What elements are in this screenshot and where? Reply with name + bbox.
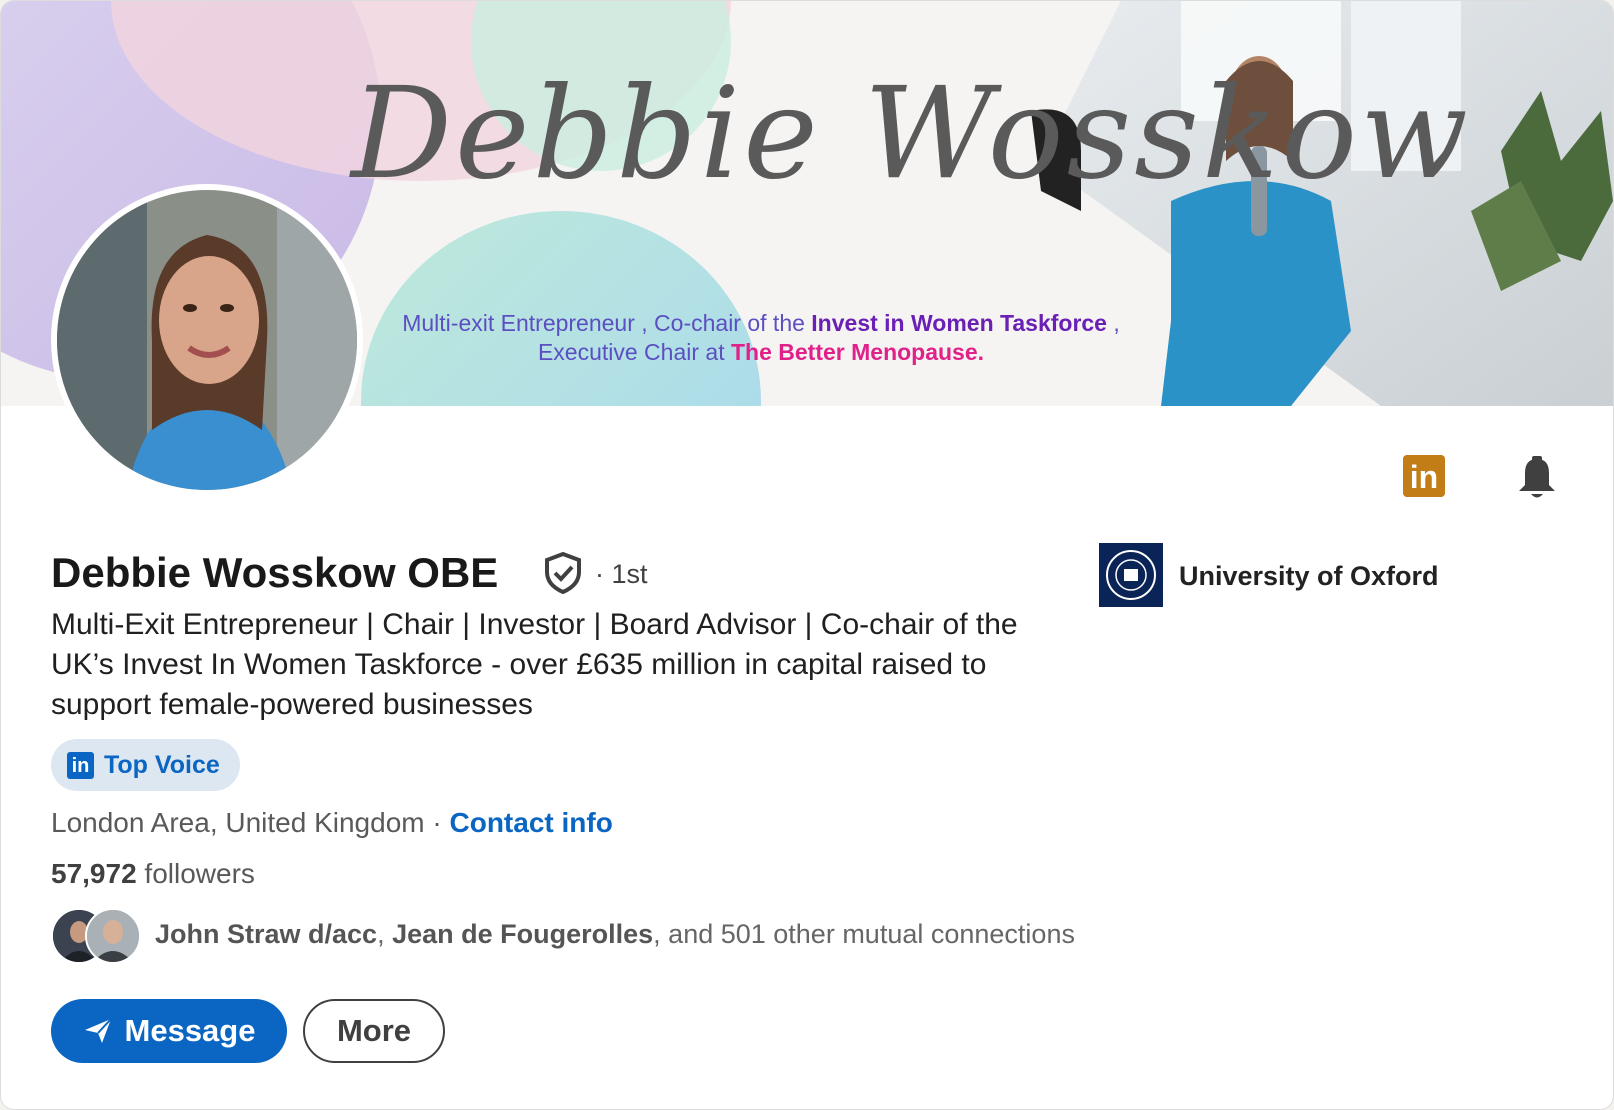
message-button[interactable]: Message (51, 999, 287, 1063)
location-text: London Area, United Kingdom (51, 807, 425, 838)
contact-info-link[interactable]: Contact info (450, 807, 613, 838)
profile-headline: Multi-Exit Entrepreneur | Chair | Invest… (51, 608, 1018, 721)
mutual-connection-avatars[interactable] (51, 908, 141, 964)
profile-location: London Area, United Kingdom · Contact in… (51, 807, 613, 838)
profile-name: Debbie Wosskow OBE (51, 549, 499, 596)
verified-shield-icon[interactable] (544, 552, 582, 594)
send-icon (84, 1018, 112, 1043)
mutual-connections[interactable]: John Straw d/acc, Jean de Fougerolles, a… (155, 919, 1075, 950)
badge-label: Top Voice (104, 750, 220, 779)
connection-degree: · 1st (595, 559, 648, 589)
banner-tagline-line2: Executive Chair at The Better Menopause. (537, 339, 985, 365)
more-button[interactable]: More (303, 999, 445, 1063)
linkedin-icon: in (67, 751, 94, 779)
profile-photo[interactable] (51, 184, 363, 496)
education-school[interactable]: University of Oxford (1179, 561, 1439, 592)
banner-tagline-line1: Multi-exit Entrepreneur , Co-chair of th… (402, 310, 1120, 336)
oxford-logo[interactable] (1099, 543, 1163, 607)
linkedin-icon[interactable]: in (1403, 455, 1445, 497)
avatar (85, 908, 141, 964)
banner-script-name: Debbie Wosskow (351, 60, 1472, 207)
profile-card: Debbie Wosskow Multi-exit Entrepreneur ,… (0, 0, 1614, 1110)
bell-icon[interactable] (1515, 455, 1559, 501)
followers-count: 57,972 followers (51, 858, 255, 889)
top-voice-badge[interactable]: in Top Voice (51, 739, 240, 791)
